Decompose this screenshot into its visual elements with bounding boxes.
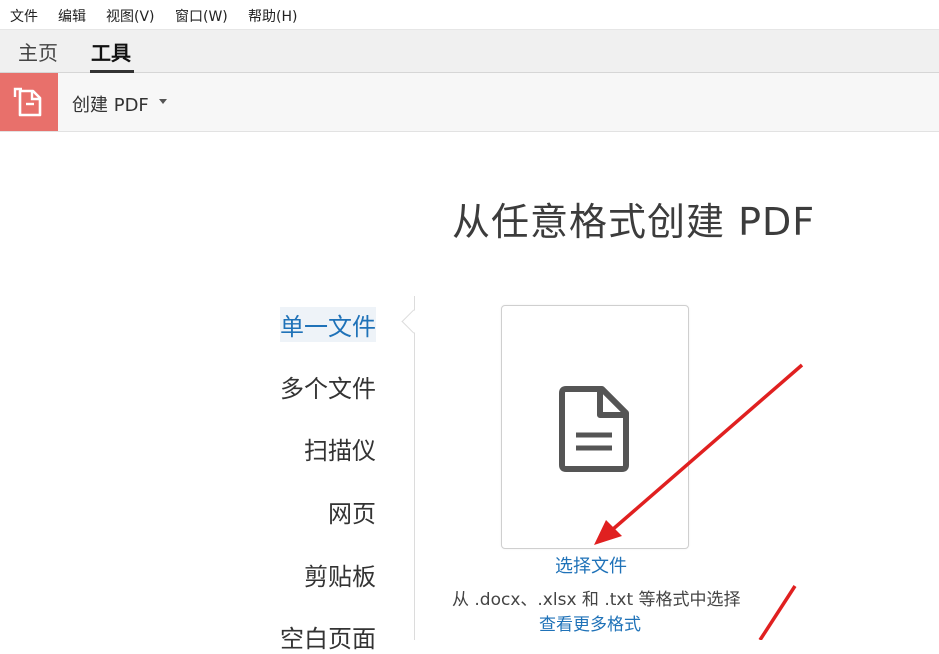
tab-bar: 主页 工具 (0, 30, 939, 73)
selection-pointer (401, 309, 426, 334)
option-blank-page[interactable]: 空白页面 (280, 619, 376, 654)
more-formats-link[interactable]: 查看更多格式 (539, 610, 641, 635)
divider (414, 296, 415, 640)
chevron-down-icon[interactable] (159, 99, 167, 104)
option-webpage[interactable]: 网页 (328, 494, 376, 529)
tool-bar: 创建 PDF (0, 73, 939, 132)
page-title: 从任意格式创建 PDF (452, 200, 816, 244)
menu-window[interactable]: 窗口(W) (175, 6, 228, 26)
tool-name-dropdown[interactable]: 创建 PDF (72, 91, 149, 117)
menu-edit[interactable]: 编辑 (58, 6, 86, 26)
tab-tools[interactable]: 工具 (91, 37, 131, 66)
option-single-file[interactable]: 单一文件 (280, 307, 376, 342)
menu-bar: 文件 编辑 视图(V) 窗口(W) 帮助(H) (0, 0, 939, 30)
menu-help[interactable]: 帮助(H) (248, 6, 297, 26)
formats-description: 从 .docx、.xlsx 和 .txt 等格式中选择 (452, 590, 741, 610)
menu-view[interactable]: 视图(V) (106, 6, 155, 26)
tab-home[interactable]: 主页 (18, 37, 58, 66)
option-clipboard[interactable]: 剪贴板 (304, 557, 376, 592)
option-scanner[interactable]: 扫描仪 (304, 431, 376, 466)
create-pdf-icon[interactable] (0, 73, 58, 131)
select-file-link[interactable]: 选择文件 (555, 552, 627, 578)
menu-file[interactable]: 文件 (10, 6, 38, 26)
option-multiple-files[interactable]: 多个文件 (280, 369, 376, 404)
document-icon (556, 385, 632, 477)
